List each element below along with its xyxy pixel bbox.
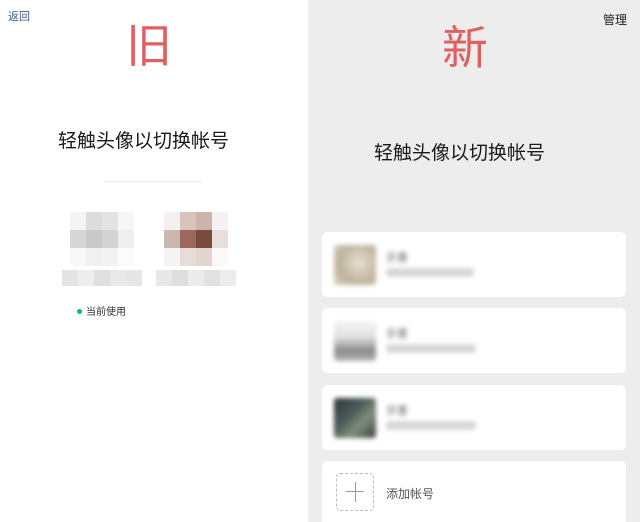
status-dot [77,308,82,314]
avatar [334,398,376,438]
manage-button[interactable]: 管理 [603,11,627,28]
account-tile[interactable] [156,212,236,286]
new-version-label: 新 [442,21,488,75]
avatar-mosaic [70,212,142,266]
account-subtext-blur [386,268,474,277]
account-nickname: 示意 [386,251,408,264]
plus-icon [336,473,374,511]
add-account-card[interactable]: 添加帐号 [322,461,626,522]
old-version-label: 旧 [126,19,172,73]
new-version-panel: 管理 新 轻触头像以切换帐号 示意 示意 示意 添加帐号 [308,0,640,522]
old-switch-headline: 轻触头像以切换帐号 [58,130,230,152]
old-version-panel: 返回 旧 轻触头像以切换帐号 当前使用 [0,0,308,522]
avatar [334,245,376,285]
divider [106,181,202,182]
current-account-badge: 当前使用 [77,303,126,318]
account-card[interactable]: 示意 [322,232,626,297]
account-tile-current[interactable] [62,212,142,286]
account-card[interactable]: 示意 [322,308,626,373]
current-badge-label: 当前使用 [86,307,126,318]
name-mosaic [62,270,142,286]
add-account-label: 添加帐号 [386,487,435,501]
account-subtext-blur [386,421,476,430]
account-subtext-blur [386,344,476,353]
account-nickname: 示意 [386,327,408,340]
account-nickname: 示意 [386,404,408,417]
avatar-mosaic [164,212,236,266]
name-mosaic [156,270,236,286]
avatar [334,321,376,361]
new-switch-headline: 轻触头像以切换帐号 [374,142,546,164]
account-card[interactable]: 示意 [322,385,626,450]
back-link[interactable]: 返回 [8,8,30,24]
